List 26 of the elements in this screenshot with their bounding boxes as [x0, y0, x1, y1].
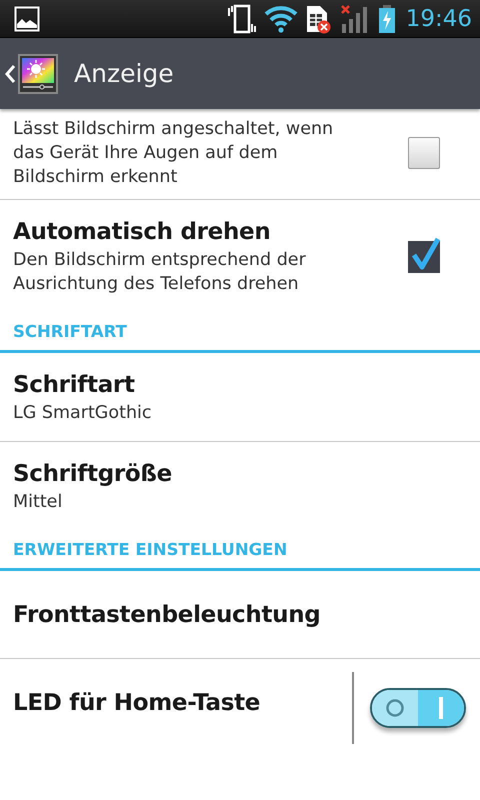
circle-icon [385, 698, 405, 718]
setting-summary: Den Bildschirm entsprechend der Ausrichtung des Telefons drehen [13, 249, 307, 296]
chevron-left-icon [4, 64, 16, 84]
vibrate-icon [228, 4, 256, 34]
display-settings-icon [18, 54, 58, 94]
clock-time: 19:46 [406, 6, 472, 32]
toggle-switch[interactable] [370, 688, 466, 728]
battery-charging-icon [378, 4, 396, 34]
setting-title[interactable]: LED für Home-Taste [13, 688, 352, 718]
wifi-icon [264, 4, 298, 32]
setting-summary: Mittel [13, 491, 64, 514]
sim-error-icon [306, 4, 332, 34]
checkbox[interactable] [408, 240, 440, 272]
section-header: SCHRIFTART [0, 312, 480, 353]
bar-icon [438, 697, 444, 719]
picture-icon [14, 6, 40, 32]
setting-summary: LG SmartGothic [13, 402, 153, 425]
screen-title: Anzeige [74, 59, 174, 88]
no-signal-icon [340, 4, 370, 34]
setting-title[interactable]: Schriftgröße [13, 459, 480, 490]
section-header: ERWEITERTE EINSTELLUNGEN [0, 530, 480, 571]
checkbox[interactable] [408, 137, 440, 169]
setting-title[interactable]: Fronttastenbeleuchtung [13, 600, 480, 630]
setting-summary: Lässt Bildschirm angeschaltet, wenn das Gerät Ihre Augen auf dem Bildschirm erkennt [13, 118, 334, 189]
setting-title[interactable]: Automatisch drehen [13, 217, 408, 248]
setting-title[interactable]: Schriftart [13, 370, 480, 401]
